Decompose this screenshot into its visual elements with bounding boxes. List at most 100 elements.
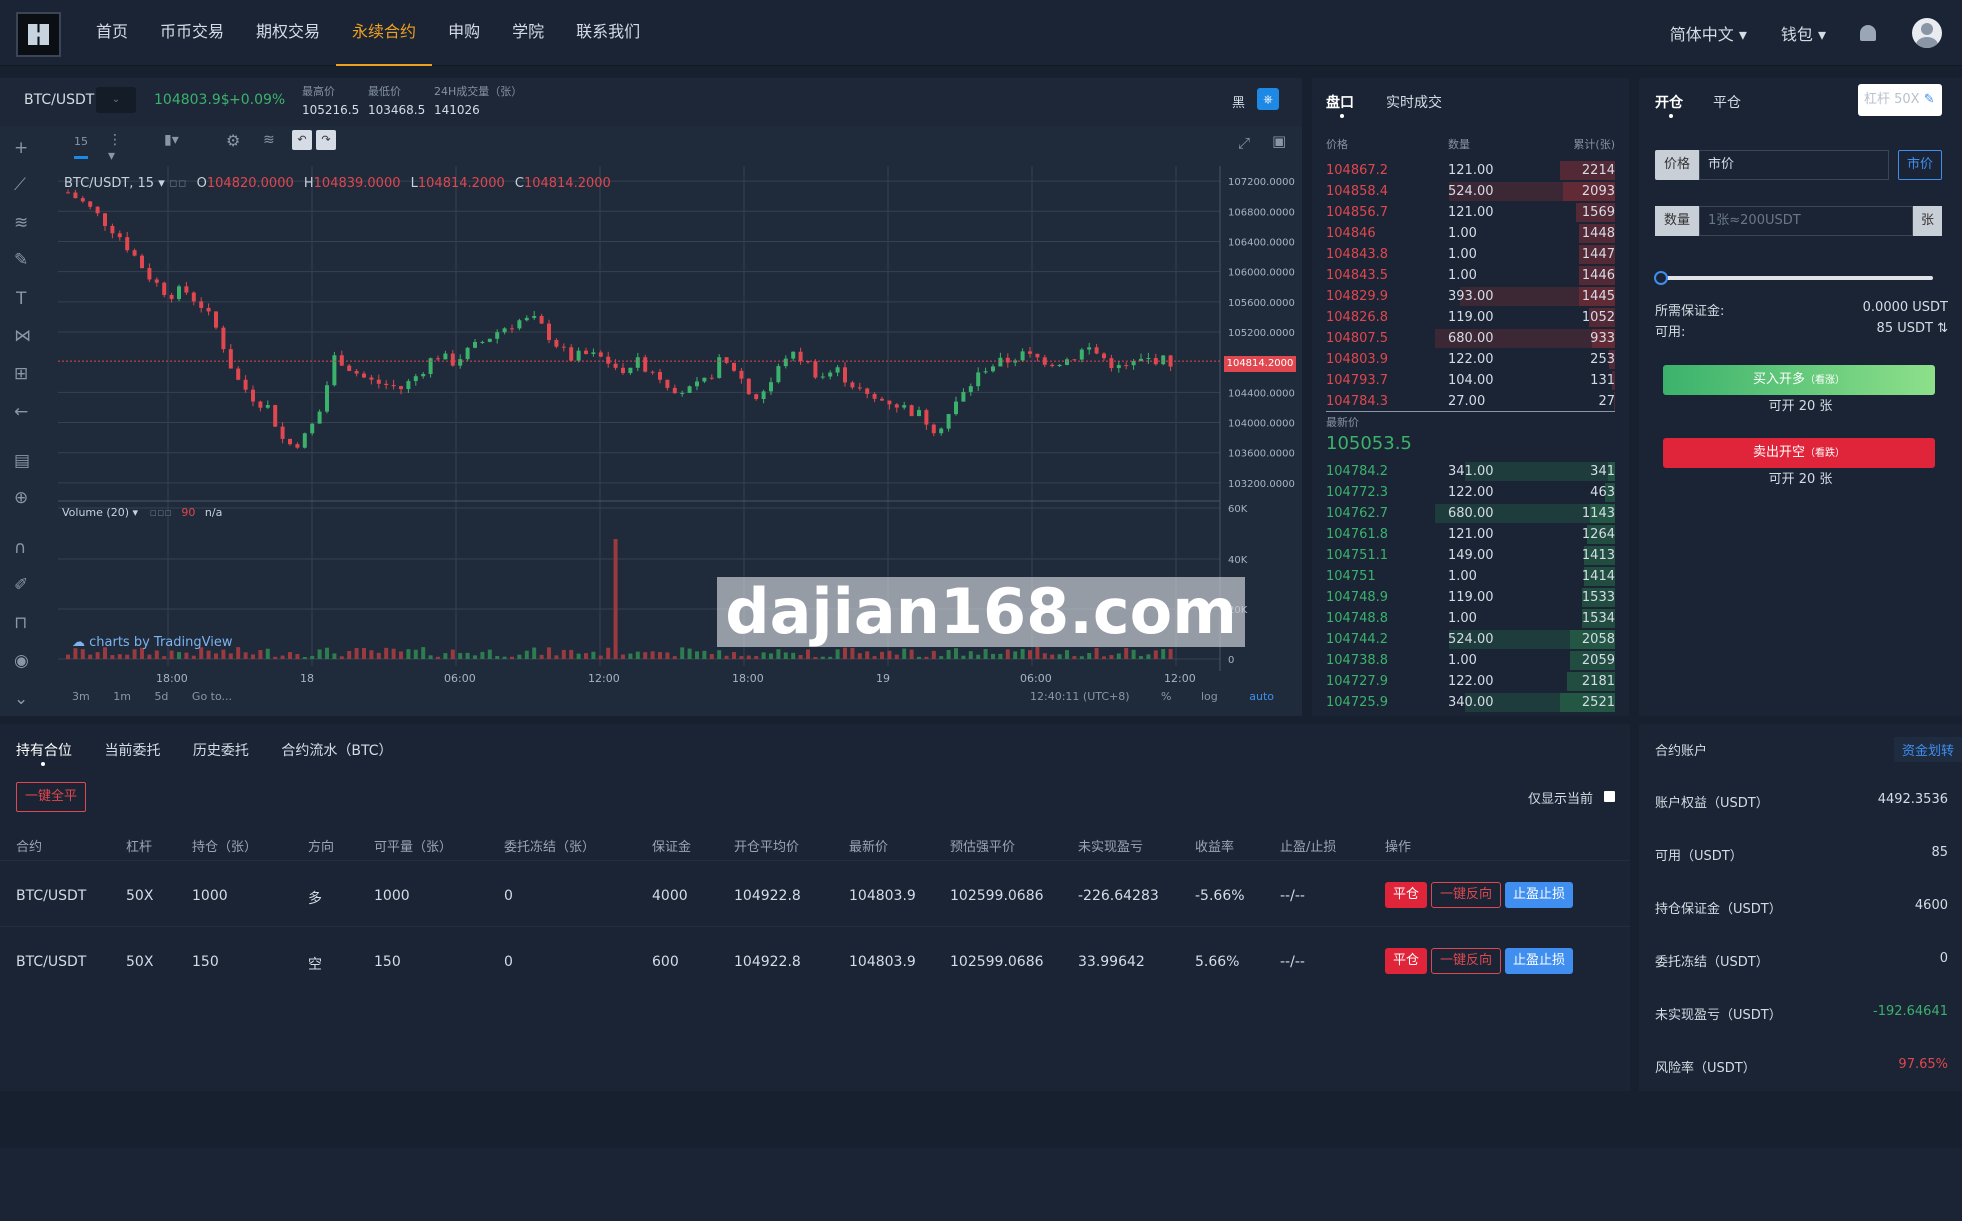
ob-row[interactable]: 104725.9 340.00 2521 bbox=[1312, 692, 1629, 713]
close-position-button[interactable]: 平仓 bbox=[1385, 948, 1428, 974]
transfer-icon[interactable]: ⇅ bbox=[1937, 321, 1948, 336]
qty-slider[interactable] bbox=[1659, 276, 1933, 280]
range-5d[interactable]: 5d bbox=[154, 690, 168, 703]
ob-row[interactable]: 104858.4 524.00 2093 bbox=[1312, 181, 1629, 202]
y-tick-label: 105600.0000 bbox=[1228, 298, 1295, 309]
nav-spot[interactable]: 币币交易 bbox=[144, 0, 240, 66]
volume-bar bbox=[539, 654, 544, 659]
language-select[interactable]: 简体中文 ▾ bbox=[1670, 21, 1747, 45]
ob-row[interactable]: 104727.9 122.00 2181 bbox=[1312, 671, 1629, 692]
avatar[interactable] bbox=[1912, 18, 1942, 48]
volume-bar bbox=[569, 649, 574, 659]
ob-row[interactable]: 104803.9 122.00 253 bbox=[1312, 349, 1629, 370]
volume-bar bbox=[798, 654, 803, 659]
ob-row[interactable]: 104856.7 121.00 1569 bbox=[1312, 202, 1629, 223]
ob-row[interactable]: 104748.9 119.00 1533 bbox=[1312, 587, 1629, 608]
ob-row[interactable]: 104826.8 119.00 1052 bbox=[1312, 307, 1629, 328]
logo[interactable] bbox=[16, 12, 61, 57]
tab-history[interactable]: 历史委托 bbox=[193, 743, 249, 759]
legend-symbol[interactable]: BTC/USDT, 15 bbox=[64, 176, 154, 191]
ob-row[interactable]: 104846 1.00 1448 bbox=[1312, 223, 1629, 244]
wallet-menu[interactable]: 钱包 ▾ bbox=[1781, 21, 1826, 45]
market-button[interactable]: 市价 bbox=[1898, 150, 1942, 180]
nav-subscribe[interactable]: 申购 bbox=[432, 0, 496, 66]
qty-slider-handle[interactable] bbox=[1654, 271, 1668, 285]
ob-qty: 524.00 bbox=[1448, 184, 1494, 199]
ob-row[interactable]: 104829.9 393.00 1445 bbox=[1312, 286, 1629, 307]
qty-input[interactable]: 1张≈200USDT bbox=[1699, 206, 1913, 236]
ob-row[interactable]: 104748.8 1.00 1534 bbox=[1312, 608, 1629, 629]
table-cell: -5.66% bbox=[1195, 888, 1245, 904]
reverse-position-button[interactable]: 一键反向 bbox=[1431, 882, 1502, 908]
tab-positions[interactable]: 持有合位 bbox=[16, 743, 72, 759]
volume-bar bbox=[251, 654, 255, 659]
sell-short-button[interactable]: 卖出开空（看跌） bbox=[1663, 438, 1935, 468]
ob-row[interactable]: 104772.3 122.00 463 bbox=[1312, 482, 1629, 503]
volume-bar bbox=[635, 651, 640, 659]
ob-row[interactable]: 104744.2 524.00 2058 bbox=[1312, 629, 1629, 650]
range-3m[interactable]: 3m bbox=[72, 690, 90, 703]
leverage-button[interactable]: 杠杆 50X ✎ bbox=[1858, 84, 1942, 116]
fund-transfer-link[interactable]: 资金划转 bbox=[1893, 737, 1962, 762]
candle-body bbox=[95, 206, 100, 214]
candle-body bbox=[680, 392, 685, 394]
theme-toggle[interactable]: 黑 bbox=[1232, 92, 1245, 111]
tab-orderbook[interactable]: 盘口 bbox=[1326, 92, 1354, 112]
ob-row[interactable]: 104784.2 341.00 341 bbox=[1312, 461, 1629, 482]
nav-options[interactable]: 期权交易 bbox=[240, 0, 336, 66]
ob-row[interactable]: 104843.8 1.00 1447 bbox=[1312, 244, 1629, 265]
ob-row[interactable]: 104738.8 1.00 2059 bbox=[1312, 650, 1629, 671]
ob-row[interactable]: 104751 1.00 1414 bbox=[1312, 566, 1629, 587]
only-current-checkbox[interactable] bbox=[1604, 791, 1615, 802]
bell-icon[interactable] bbox=[1860, 25, 1876, 41]
price-input[interactable]: 市价 bbox=[1699, 150, 1889, 180]
ob-row[interactable]: 104807.5 680.00 933 bbox=[1312, 328, 1629, 349]
nav-perpetual[interactable]: 永续合约 bbox=[336, 0, 433, 66]
ob-row[interactable]: 104762.7 680.00 1143 bbox=[1312, 503, 1629, 524]
auto-toggle[interactable]: auto bbox=[1249, 690, 1274, 703]
volume-bar bbox=[95, 652, 100, 659]
percent-toggle[interactable]: % bbox=[1161, 690, 1171, 703]
nav-contact[interactable]: 联系我们 bbox=[560, 0, 656, 66]
ob-row[interactable]: 104784.3 27.00 27 bbox=[1312, 391, 1629, 412]
ob-row[interactable]: 104761.8 121.00 1264 bbox=[1312, 524, 1629, 545]
ob-row[interactable]: 104843.5 1.00 1446 bbox=[1312, 265, 1629, 286]
volume-indicator-name[interactable]: Volume (20) bbox=[62, 506, 129, 519]
tab-close[interactable]: 平仓 bbox=[1713, 92, 1741, 112]
ob-row[interactable]: 104867.2 121.00 2214 bbox=[1312, 160, 1629, 181]
volume-bar bbox=[628, 653, 633, 659]
volume-bar bbox=[399, 651, 403, 659]
tab-trades[interactable]: 实时成交 bbox=[1386, 92, 1442, 112]
ob-row[interactable]: 104793.7 104.00 131 bbox=[1312, 370, 1629, 391]
tab-contract-flow[interactable]: 合约流水（BTC） bbox=[281, 743, 392, 759]
buy-long-button[interactable]: 买入开多（看涨） bbox=[1663, 365, 1935, 395]
range-1m[interactable]: 1m bbox=[113, 690, 131, 703]
nav-home[interactable]: 首页 bbox=[80, 0, 144, 66]
tab-open[interactable]: 开仓 bbox=[1655, 92, 1683, 112]
reverse-position-button[interactable]: 一键反向 bbox=[1431, 948, 1502, 974]
candle-body bbox=[177, 286, 181, 299]
tradingview-branding[interactable]: ☁ charts by TradingView bbox=[72, 635, 232, 650]
close-all-button[interactable]: 一键全平 bbox=[16, 782, 87, 812]
price-chart[interactable]: + ⟋ ≋ ✎ T ⋈ ⊞ ← ▤ ⊕ ∩ ✐ ⊓ ◉ ⌄ 15 ⋮ ▾ ▮▾ … bbox=[0, 126, 1323, 716]
theme-light-icon[interactable]: ⎈ bbox=[1257, 88, 1279, 110]
candle-body bbox=[1065, 359, 1069, 365]
goto-date[interactable]: Go to... bbox=[192, 690, 232, 703]
tp-sl-button[interactable]: 止盈止损 bbox=[1505, 882, 1574, 908]
close-position-button[interactable]: 平仓 bbox=[1385, 882, 1428, 908]
volume-bar bbox=[458, 653, 463, 659]
tp-sl-button[interactable]: 止盈止损 bbox=[1505, 948, 1574, 974]
candle-body bbox=[658, 371, 662, 380]
ob-total: 1534 bbox=[1581, 611, 1615, 626]
ob-row[interactable]: 104751.1 149.00 1413 bbox=[1312, 545, 1629, 566]
log-toggle[interactable]: log bbox=[1201, 690, 1218, 703]
volume-bar bbox=[443, 653, 448, 659]
pair-dropdown[interactable]: ⌄ bbox=[96, 87, 136, 113]
volume-bar bbox=[1028, 650, 1032, 659]
tab-open-orders[interactable]: 当前委托 bbox=[104, 743, 160, 759]
ob-qty: 393.00 bbox=[1448, 289, 1494, 304]
nav-academy[interactable]: 学院 bbox=[496, 0, 560, 66]
volume-bar bbox=[983, 649, 988, 659]
candle-body bbox=[598, 352, 603, 357]
avail-value: 85 USDT ⇅ bbox=[1876, 321, 1948, 336]
